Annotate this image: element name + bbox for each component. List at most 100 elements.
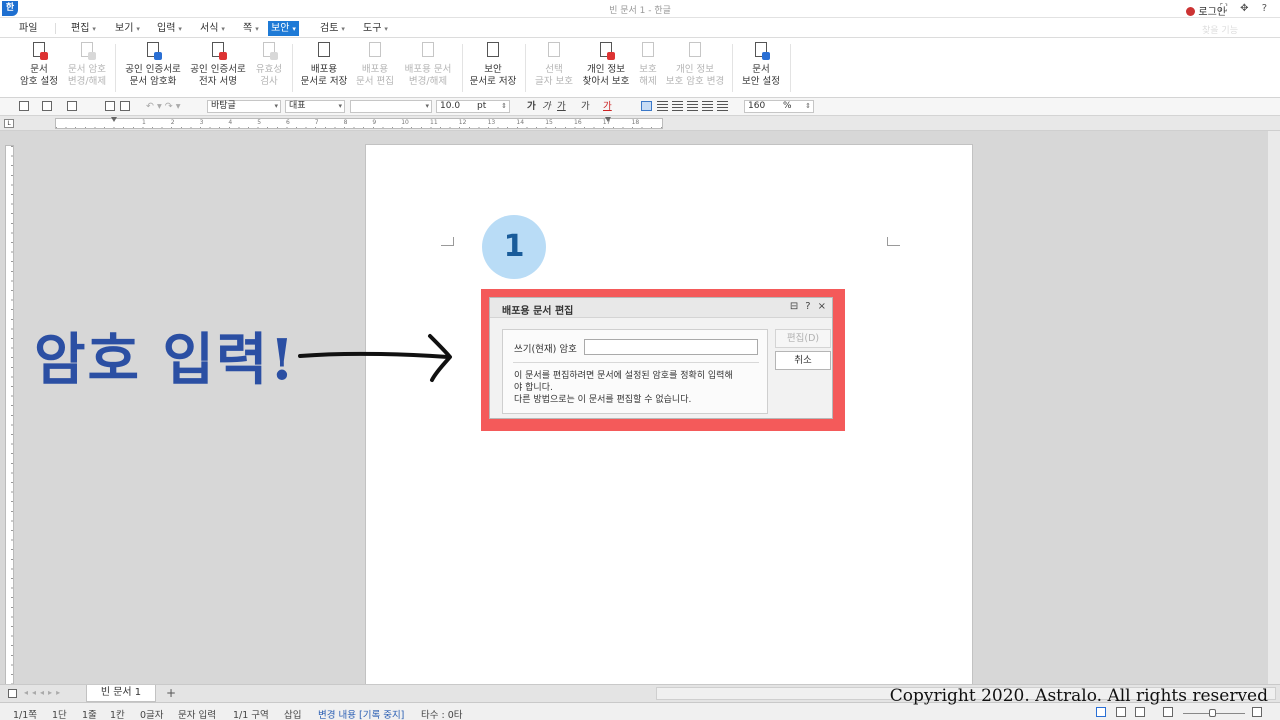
menu-tools[interactable]: 도구 ▾ [360,21,391,36]
doc-security-settings-button[interactable]: 문서 보안 설정 [738,41,784,88]
close-icon[interactable]: × [818,301,826,312]
menu-view[interactable]: 보기 ▾ [112,21,143,36]
menu-page[interactable]: 쪽 ▾ [240,21,262,36]
ruler-number: 12 [458,119,467,126]
align-divide-icon[interactable] [717,101,728,111]
ruler-toggle-icon[interactable]: L [4,119,14,128]
pencil-icon [366,41,384,61]
edit-button[interactable]: 편집(D) [775,329,831,348]
align-distribute-icon[interactable] [702,101,713,111]
help-icon[interactable]: ? [805,301,810,312]
ribbon-separator [462,44,463,92]
status-insert[interactable]: 삽입 [284,707,301,720]
ribbon-separator [525,44,526,92]
undo-icon[interactable]: ↶ ▾ ↷ ▾ [146,100,181,113]
indent-marker-icon[interactable] [111,117,117,122]
validity-check-button[interactable]: 유효성 검사 [252,41,286,88]
protect-selection-button[interactable]: 선택 글자 보호 [532,41,576,88]
ruler-number: 10 [401,119,409,126]
window-title: 빈 문서 1 - 한글 [609,6,671,16]
menu-security[interactable]: 보안 ▾ [268,21,299,36]
title-bar: 한 빈 문서 1 - 한글 로그인 ⛶ ✥ ? [0,0,1280,18]
view-outline-icon[interactable] [1135,707,1145,717]
menu-review[interactable]: 검토 ▾ [317,21,348,36]
tab-nav-arrows[interactable]: ◂◂◂▸▸ [24,688,64,697]
zoom-unit: % [783,101,792,111]
view-page-icon[interactable] [1096,707,1106,717]
menu-insert[interactable]: 입력 ▾ [154,21,185,36]
ribbon-security: 문서 암호 설정 문서 암호 변경/해제 공인 인증서로 문서 암호화 공인 인증서로… [0,38,1280,98]
feature-search[interactable]: 찾을 기능 [1202,23,1238,36]
status-section: 1/1 구역 [233,710,269,720]
ribbon-label: 해제 [639,76,657,87]
menu-separator [55,23,56,34]
minimize-icon[interactable]: ⊟ [790,301,798,312]
chevron-down-icon: ▾ [384,25,388,33]
private-password-change-button[interactable]: 개인 정보 보호 암호 변경 [664,41,726,88]
language-select[interactable]: 대표 ▾ [285,100,345,113]
message-line: 다른 방법으로는 이 문서를 편집할 수 없습니다. [514,395,692,405]
unprotect-button[interactable]: 보호 해제 [634,41,662,88]
edit-distribution-button[interactable]: 배포용 문서 편집 [352,41,398,88]
ribbon-label: 선택 [545,64,563,75]
save-icon[interactable] [67,101,77,111]
step-number-badge: 1 [482,215,546,279]
menu-edit-label: 편집 [71,23,90,34]
tab-document[interactable]: 빈 문서 1 [86,685,156,702]
window-controls[interactable]: ⛶ ✥ ? [1220,3,1272,14]
align-justify-icon[interactable] [641,101,652,111]
font-select[interactable]: ▾ [350,100,432,113]
cert-encrypt-button[interactable]: 공인 인증서로 문서 암호화 [120,41,186,88]
menu-tools-label: 도구 [363,23,382,34]
zoom-in-icon[interactable] [1252,707,1262,717]
italic-button[interactable]: 가 [542,100,551,113]
save-secure-button[interactable]: 보안 문서로 저장 [467,41,519,88]
menu-edit[interactable]: 편집 ▾ [68,21,99,36]
horizontal-ruler[interactable]: 1 2 3 4 5 6 7 8 9 10 11 12 13 14 15 16 17 18 [55,117,663,129]
zoom-input[interactable]: 160% ⇕ [744,100,814,113]
zoom-slider-knob[interactable] [1209,709,1216,717]
format-toolbar: ↶ ▾ ↷ ▾ 바탕글 ▾ 대표 ▾ ▾ 10.0 pt ⇕ 가 가 가 가 가 160… [0,98,1280,116]
add-tab-button[interactable]: + [162,686,180,701]
menu-file[interactable]: 파일 [16,21,40,36]
bold-button[interactable]: 가 [527,100,536,113]
zoom-out-icon[interactable] [1163,707,1173,717]
style-value: 바탕글 [211,101,236,111]
cancel-button[interactable]: 취소 [775,351,831,370]
dialog-title-bar: 배포용 문서 편집 ⊟? × [490,298,832,318]
font-color-button[interactable]: 가 [603,100,612,113]
menu-file-label: 파일 [19,23,38,34]
ruler-number: 2 [170,119,175,126]
style-select[interactable]: 바탕글 ▾ [207,100,281,113]
chevron-down-icon: ▾ [92,25,96,33]
preview-icon[interactable] [120,101,130,111]
cert-sign-button[interactable]: 공인 인증서로 전자 서명 [186,41,250,88]
underline-button[interactable]: 가 [557,100,566,113]
open-folder-icon[interactable] [42,101,52,111]
strike-button[interactable]: 가 [581,100,590,113]
menu-format[interactable]: 서식 ▾ [197,21,228,36]
align-right-icon[interactable] [687,101,698,111]
doc-password-set-button[interactable]: 문서 암호 설정 [16,41,62,88]
vertical-scrollbar[interactable] [1268,131,1280,684]
password-input[interactable] [584,339,758,355]
view-web-icon[interactable] [1116,707,1126,717]
ribbon-separator [115,44,116,92]
vertical-ruler[interactable] [5,145,14,685]
tab-list-icon[interactable] [8,689,17,698]
align-left-icon[interactable] [657,101,668,111]
find-private-info-button[interactable]: 개인 정보 찾아서 보호 [580,41,632,88]
ribbon-label: 공인 인증서로 [125,64,181,75]
doc-password-change-button[interactable]: 문서 암호 변경/해제 [64,41,110,88]
new-doc-icon[interactable] [19,101,29,111]
status-track-changes[interactable]: 변경 내용 [기록 중지] [318,707,404,720]
print-icon[interactable] [105,101,115,111]
ribbon-label: 배포용 [310,64,338,75]
align-center-icon[interactable] [672,101,683,111]
status-col-pos: 1칸 [110,710,125,720]
change-distribution-button[interactable]: 배포용 문서 변경/해제 [400,41,456,88]
chevron-down-icon: ▾ [292,25,296,33]
annotation-text: 암호 입력! [34,327,297,393]
save-distribution-button[interactable]: 배포용 문서로 저장 [298,41,350,88]
font-size-input[interactable]: 10.0 pt ⇕ [436,100,510,113]
